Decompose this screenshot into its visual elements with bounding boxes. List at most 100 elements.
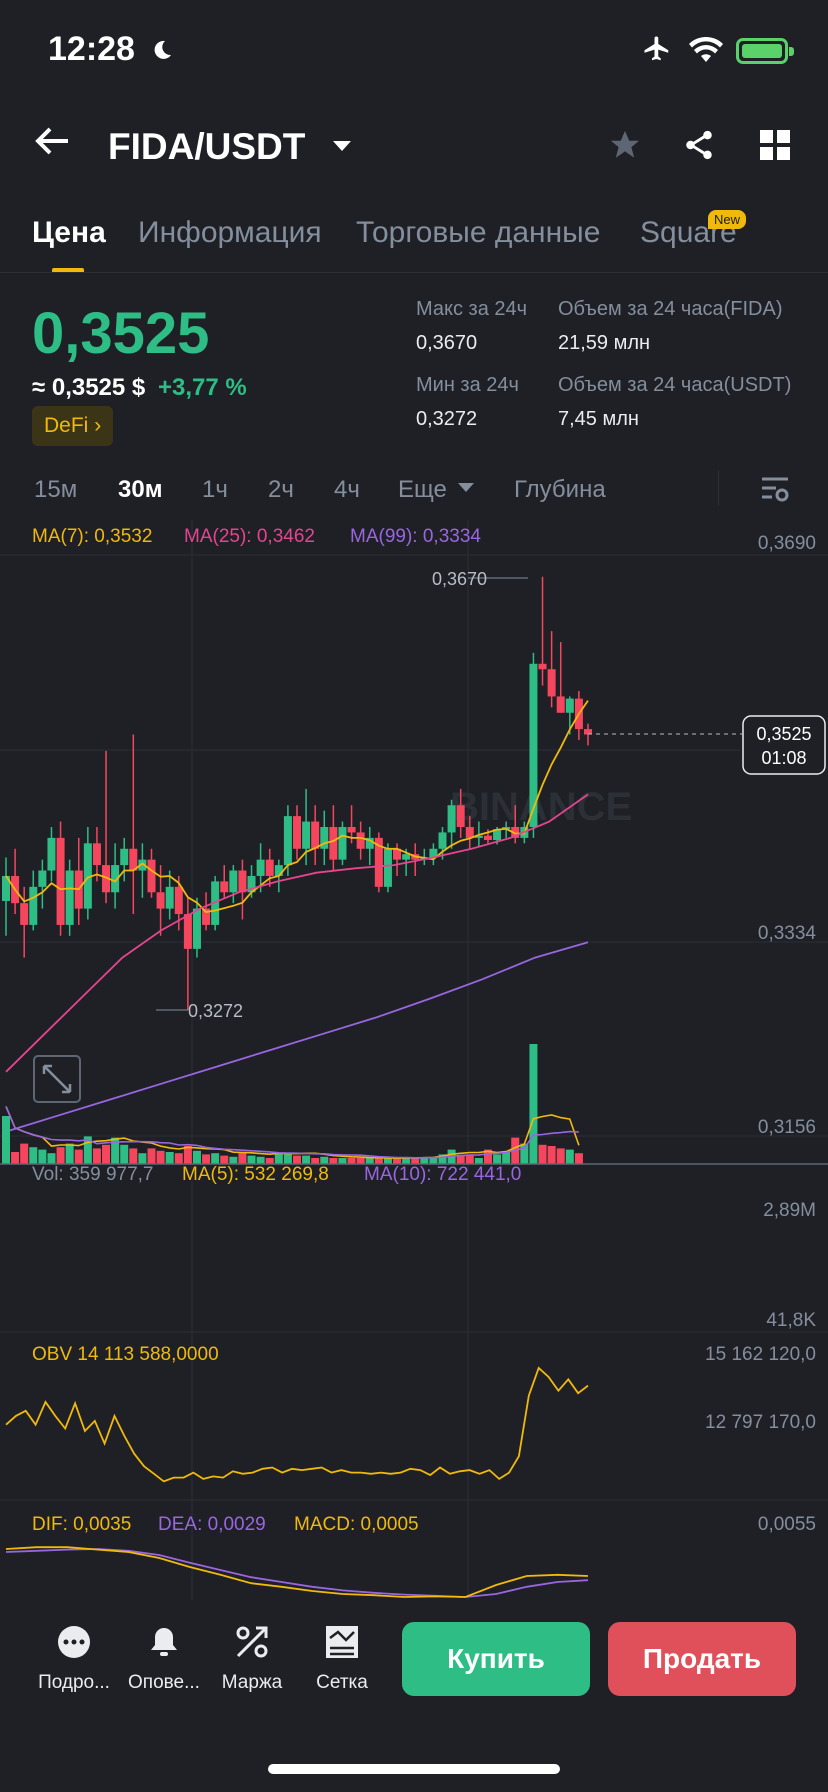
- volume-bar: [456, 1155, 465, 1164]
- svg-text:BINANCE: BINANCE: [450, 785, 632, 829]
- candle-body: [47, 837, 56, 871]
- candle-body: [311, 821, 320, 849]
- depth-tab[interactable]: Глубина: [514, 476, 606, 504]
- tab-info[interactable]: Информация: [138, 216, 322, 250]
- volume-bar: [56, 1147, 65, 1164]
- volume-bar: [202, 1154, 211, 1164]
- volume-bar: [493, 1154, 502, 1164]
- tab-trading-data[interactable]: Торговые данные: [356, 216, 600, 250]
- volume-bar: [520, 1143, 529, 1164]
- vol-base-value: 21,59 млн: [558, 332, 651, 354]
- tab-price[interactable]: Цена: [32, 216, 106, 250]
- volume-bar: [320, 1156, 329, 1164]
- vol-ma5-legend: MA(5): 532 269,8: [182, 1164, 329, 1185]
- volume-bar: [92, 1148, 101, 1164]
- buy-button[interactable]: Купить: [402, 1622, 590, 1696]
- more-caret-icon[interactable]: [458, 483, 474, 492]
- countdown-label: 01:08: [761, 748, 806, 768]
- candle-body: [329, 827, 338, 860]
- volume-bar: [11, 1152, 20, 1164]
- candle-body: [147, 859, 156, 893]
- high-annotation: 0,3670: [432, 569, 487, 589]
- defi-tag[interactable]: DeFi ›: [32, 406, 114, 446]
- interval-2h[interactable]: 2ч: [268, 476, 294, 504]
- volume-bar: [293, 1155, 301, 1164]
- status-time: 12:28: [48, 30, 135, 68]
- share-icon[interactable]: [682, 128, 716, 162]
- back-arrow-icon[interactable]: [34, 126, 70, 156]
- candle-body: [456, 805, 465, 828]
- axis-price-mid: 0,3334: [758, 923, 817, 944]
- candle-body: [174, 886, 183, 915]
- vol-legend: Vol: 359 977,7: [32, 1164, 154, 1185]
- expand-icon[interactable]: [33, 1055, 81, 1103]
- home-indicator: [268, 1764, 560, 1774]
- vol-quote-value: 7,45 млн: [558, 408, 639, 430]
- vol-quote-label: Объем за 24 часа(USDT): [558, 374, 792, 396]
- candle-body: [356, 832, 365, 849]
- candle-body: [65, 870, 74, 925]
- sell-button[interactable]: Продать: [608, 1622, 796, 1696]
- candle-body: [38, 870, 47, 887]
- volume-bar: [174, 1153, 183, 1164]
- favorite-star-icon[interactable]: [608, 128, 642, 162]
- volume-bar: [192, 1150, 201, 1164]
- axis-obv-mid: 12 797 170,0: [705, 1412, 816, 1433]
- volume-bar: [247, 1155, 256, 1164]
- volume-bar: [538, 1144, 547, 1164]
- current-price-label: 0,3525: [756, 724, 811, 744]
- volume-bar: [2, 1116, 10, 1164]
- volume-bar: [20, 1143, 29, 1164]
- new-badge: New: [708, 210, 747, 229]
- airplane-icon: [644, 36, 669, 61]
- more-details-icon[interactable]: [56, 1624, 92, 1660]
- pair-title[interactable]: FIDA/USDT: [108, 126, 305, 168]
- volume-bar: [274, 1153, 283, 1164]
- volume-bar: [29, 1147, 38, 1164]
- volume-bar: [547, 1146, 556, 1164]
- interval-more[interactable]: Еще: [398, 476, 447, 504]
- interval-30m[interactable]: 30м: [118, 476, 162, 504]
- grid-label[interactable]: Сетка: [294, 1672, 390, 1694]
- interval-15m[interactable]: 15м: [34, 476, 77, 504]
- candle-body: [302, 821, 311, 849]
- axis-vol-bottom: 41,8K: [766, 1310, 816, 1331]
- volume-bar: [565, 1149, 574, 1164]
- candle-body: [220, 881, 229, 893]
- vol-base-label: Объем за 24 часа(FIDA): [558, 298, 783, 320]
- axis-price-bottom: 0,3156: [758, 1117, 816, 1138]
- interval-1h[interactable]: 1ч: [202, 476, 228, 504]
- volume-bar: [574, 1153, 583, 1164]
- grid-menu-icon[interactable]: [760, 130, 790, 160]
- interval-4h[interactable]: 4ч: [334, 476, 360, 504]
- volume-bar: [229, 1156, 238, 1164]
- margin-icon[interactable]: [234, 1624, 270, 1660]
- alerts-label[interactable]: Опове...: [116, 1672, 212, 1694]
- axis-macd-top: 0,0055: [758, 1514, 816, 1535]
- volume-bar: [38, 1149, 47, 1164]
- volume-bar: [529, 1044, 538, 1164]
- candle-body: [483, 835, 492, 841]
- volume-bar: [65, 1143, 74, 1164]
- margin-label[interactable]: Маржа: [204, 1672, 300, 1694]
- axis-vol-top: 2,89M: [763, 1200, 816, 1221]
- candle-body: [283, 816, 292, 866]
- candle-body: [547, 669, 556, 697]
- last-price: 0,3525: [32, 301, 210, 366]
- volume-bar: [74, 1149, 83, 1164]
- grid-trading-icon[interactable]: [324, 1624, 360, 1660]
- volume-bar: [220, 1155, 229, 1164]
- candlestick-chart[interactable]: BINANCE MA(7): 0,3532 MA(25): 0,3462 MA(…: [0, 520, 828, 1600]
- details-label[interactable]: Подро...: [26, 1672, 122, 1694]
- candle-body: [256, 859, 265, 876]
- bell-icon[interactable]: [146, 1624, 182, 1660]
- volume-bar: [156, 1150, 165, 1164]
- candle-body: [293, 816, 301, 849]
- ma25-legend: MA(25): 0,3462: [184, 526, 315, 547]
- interval-separator: [718, 470, 719, 506]
- pair-dropdown-caret-icon[interactable]: [333, 141, 351, 151]
- candle-body: [556, 696, 565, 713]
- chart-settings-icon[interactable]: [760, 476, 790, 504]
- volume-bar: [338, 1158, 347, 1164]
- candle-body: [265, 859, 274, 876]
